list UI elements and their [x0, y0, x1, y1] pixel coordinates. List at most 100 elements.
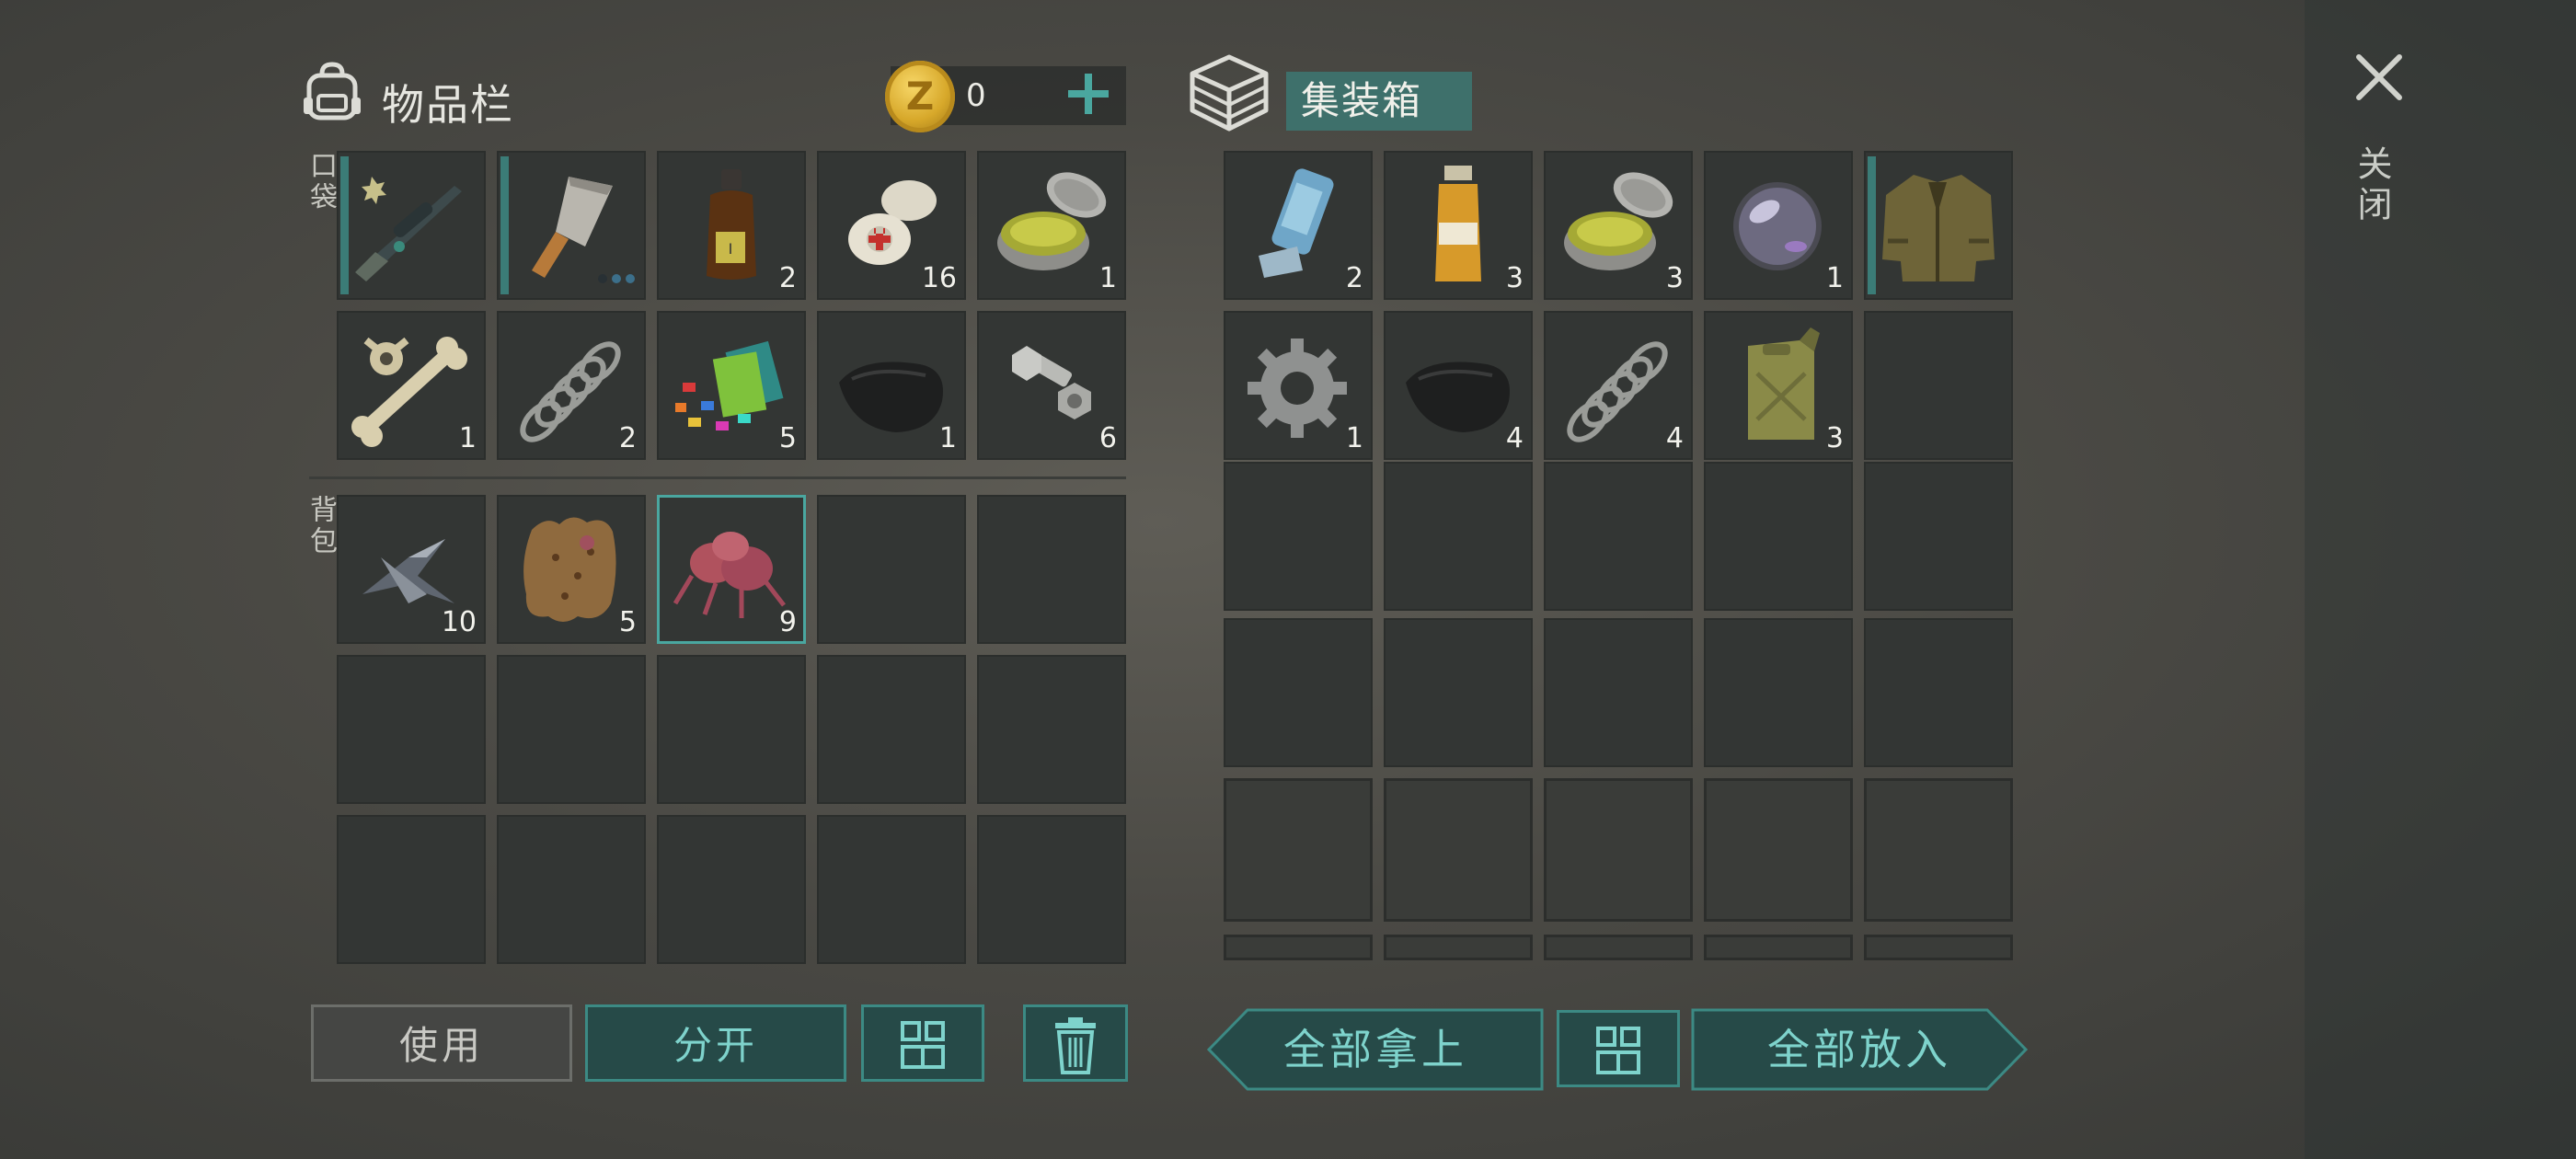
container-slot-empty[interactable] — [1384, 462, 1533, 611]
use-button[interactable]: 使用 — [311, 1004, 572, 1082]
sort-grid-icon — [901, 1021, 945, 1069]
backpack-slot-empty[interactable] — [977, 495, 1126, 644]
backpack-slot-selected[interactable]: 9 — [657, 495, 806, 644]
container-box-icon — [1190, 54, 1269, 132]
right-side-shade — [2305, 0, 2576, 1159]
pocket-slot[interactable]: I 2 — [657, 151, 806, 300]
item-count: 5 — [778, 422, 797, 454]
backpack-slot-empty[interactable] — [337, 815, 486, 964]
container-slot-empty[interactable] — [1384, 618, 1533, 767]
sort-grid-icon — [1596, 1027, 1640, 1074]
coin-icon: Z — [885, 61, 955, 132]
item-count: 1 — [938, 422, 957, 454]
pocket-slot[interactable]: 6 — [977, 311, 1126, 460]
container-slot-empty[interactable] — [1704, 618, 1853, 767]
container-slot[interactable]: 4 — [1384, 311, 1533, 460]
item-count: 2 — [778, 262, 797, 294]
container-slot-locked — [1864, 778, 2013, 922]
item-count: 5 — [618, 606, 637, 638]
item-count: 1 — [1345, 422, 1363, 454]
discard-button[interactable] — [1023, 1004, 1128, 1082]
backpack-label: 背包 — [305, 495, 337, 557]
close-icon[interactable] — [2353, 52, 2405, 103]
container-slot[interactable]: 3 — [1544, 151, 1693, 300]
durability-dots — [593, 270, 635, 287]
backpack-slot-empty[interactable] — [657, 815, 806, 964]
container-slot[interactable]: 1 — [1224, 311, 1373, 460]
pocket-slot[interactable]: 1 — [977, 151, 1126, 300]
item-count: 16 — [921, 262, 957, 294]
item-count: 2 — [618, 422, 637, 454]
item-count: 9 — [778, 606, 797, 638]
pocket-slot[interactable]: 5 — [657, 311, 806, 460]
item-count: 1 — [1825, 262, 1844, 294]
section-divider — [309, 476, 1126, 479]
container-slot[interactable]: 3 — [1384, 151, 1533, 300]
item-count: 10 — [441, 606, 477, 638]
sniper-rifle-icon — [355, 177, 462, 281]
jacket-icon — [1882, 175, 1995, 281]
put-all-button[interactable]: 全部放入 — [1691, 1008, 2028, 1091]
container-slot-locked — [1704, 935, 1853, 960]
container-title: 集装箱 — [1286, 72, 1472, 131]
take-all-label: 全部拿上 — [1283, 1025, 1467, 1074]
backpack-slot-empty[interactable] — [977, 655, 1126, 804]
container-slot[interactable]: 3 — [1704, 311, 1853, 460]
container-slot-empty[interactable] — [1544, 618, 1693, 767]
item-count: 6 — [1098, 422, 1117, 454]
backpack-slot-empty[interactable] — [497, 655, 646, 804]
trash-icon — [1055, 1017, 1096, 1074]
pocket-slot[interactable]: 2 — [497, 311, 646, 460]
add-coins-button[interactable] — [1065, 70, 1111, 118]
split-button[interactable]: 分开 — [585, 1004, 846, 1082]
backpack-slot-empty[interactable] — [337, 655, 486, 804]
item-count: 4 — [1505, 422, 1524, 454]
container-slot[interactable]: 2 — [1224, 151, 1373, 300]
pocket-slot[interactable] — [337, 151, 486, 300]
container-slot-empty[interactable] — [1864, 311, 2013, 460]
backpack-slot-empty[interactable] — [817, 815, 966, 964]
container-slot-locked — [1864, 935, 2013, 960]
container-slot-empty[interactable] — [1224, 462, 1373, 611]
backpack-slot-empty[interactable] — [977, 815, 1126, 964]
container-slot-locked — [1544, 935, 1693, 960]
pocket-label: 口袋 — [305, 151, 337, 213]
item-count: 1 — [458, 422, 477, 454]
close-label[interactable]: 关闭 — [2352, 145, 2398, 226]
backpack-icon — [304, 62, 361, 120]
container-slot-locked — [1704, 778, 1853, 922]
svg-text:I: I — [729, 240, 733, 258]
container-slot-empty[interactable] — [1864, 462, 2013, 611]
container-slot-locked — [1384, 778, 1533, 922]
container-slot-empty[interactable] — [1544, 462, 1693, 611]
container-slot[interactable]: 1 — [1704, 151, 1853, 300]
container-slot[interactable]: 4 — [1544, 311, 1693, 460]
backpack-slot-empty[interactable] — [657, 655, 806, 804]
item-count: 3 — [1825, 422, 1844, 454]
item-count: 1 — [1098, 262, 1117, 294]
container-slot[interactable] — [1864, 151, 2013, 300]
pocket-slot[interactable]: 16 — [817, 151, 966, 300]
pocket-slot[interactable] — [497, 151, 646, 300]
sort-inventory-button[interactable] — [861, 1004, 984, 1082]
put-all-label: 全部放入 — [1767, 1025, 1951, 1074]
container-slot-locked — [1384, 935, 1533, 960]
inventory-title: 物品栏 — [382, 80, 514, 130]
item-count: 3 — [1505, 262, 1524, 294]
container-slot-empty[interactable] — [1864, 618, 2013, 767]
container-slot-locked — [1544, 778, 1693, 922]
item-count: 4 — [1665, 422, 1684, 454]
backpack-slot[interactable]: 10 — [337, 495, 486, 644]
container-slot-empty[interactable] — [1704, 462, 1853, 611]
item-count: 2 — [1345, 262, 1363, 294]
pocket-slot[interactable]: 1 — [337, 311, 486, 460]
container-slot-locked — [1224, 935, 1373, 960]
take-all-button[interactable]: 全部拿上 — [1207, 1008, 1544, 1091]
sort-container-button[interactable] — [1557, 1010, 1680, 1087]
backpack-slot-empty[interactable] — [817, 655, 966, 804]
backpack-slot[interactable]: 5 — [497, 495, 646, 644]
container-slot-empty[interactable] — [1224, 618, 1373, 767]
backpack-slot-empty[interactable] — [497, 815, 646, 964]
backpack-slot-empty[interactable] — [817, 495, 966, 644]
pocket-slot[interactable]: 1 — [817, 311, 966, 460]
